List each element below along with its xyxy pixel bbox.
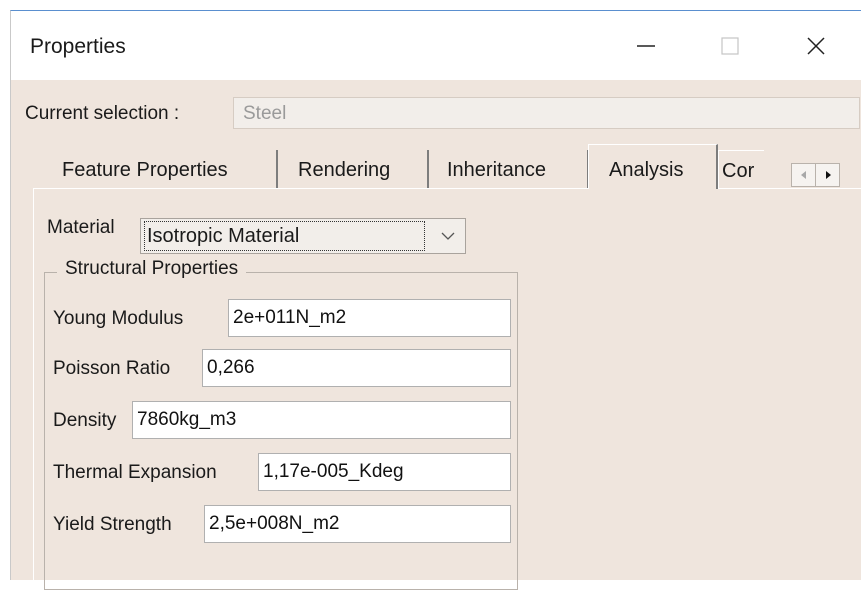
maximize-icon [721, 36, 739, 55]
young-modulus-label: Young Modulus [53, 308, 184, 329]
material-label: Material [47, 217, 115, 238]
tab-label: Feature Properties [62, 159, 228, 181]
young-modulus-field[interactable]: 2e+011N_m2 [228, 299, 511, 337]
close-icon [807, 36, 825, 55]
poisson-ratio-field[interactable]: 0,266 [202, 349, 511, 387]
thermal-expansion-label: Thermal Expansion [53, 462, 217, 483]
scroll-left-icon [800, 171, 806, 179]
minimize-button[interactable] [611, 11, 681, 80]
maximize-button[interactable] [695, 11, 765, 80]
tab-rendering[interactable]: Rendering [280, 150, 429, 188]
tab-cor[interactable]: Cor [718, 150, 764, 188]
yield-strength-field[interactable]: 2,5e+008N_m2 [204, 505, 511, 543]
title-bar[interactable]: Properties [11, 11, 861, 80]
density-field[interactable]: 7860kg_m3 [132, 401, 511, 439]
chevron-down-icon [441, 232, 455, 240]
tab-analysis[interactable]: Analysis [588, 144, 718, 189]
structural-properties-title: Structural Properties [57, 258, 247, 280]
tab-label: Analysis [609, 159, 684, 181]
density-label: Density [53, 410, 117, 431]
tab-scroll-buttons [791, 163, 840, 187]
tab-label: Inheritance [447, 159, 546, 181]
material-dropdown[interactable]: Isotropic Material [140, 218, 466, 254]
tab-scroll-right-button[interactable] [815, 164, 839, 186]
thermal-expansion-field[interactable]: 1,17e-005_Kdeg [258, 453, 511, 491]
tab-feature-properties[interactable]: Feature Properties [33, 150, 278, 188]
tab-inheritance[interactable]: Inheritance [431, 150, 589, 188]
current-selection-field: Steel [233, 97, 860, 129]
minimize-icon [637, 44, 655, 47]
window-title: Properties [30, 35, 126, 58]
current-selection-label: Current selection : [25, 103, 180, 124]
poisson-ratio-label: Poisson Ratio [53, 358, 171, 379]
tab-scroll-left-button[interactable] [792, 164, 815, 186]
analysis-panel: Material Isotropic Material Structural P… [33, 188, 860, 590]
scroll-right-icon [825, 171, 831, 179]
material-dropdown-arrow[interactable] [431, 219, 465, 253]
dialog-client-area: Current selection : Steel Feature Proper… [11, 80, 861, 590]
tab-label: Rendering [298, 159, 391, 181]
yield-strength-label: Yield Strength [53, 514, 172, 535]
material-dropdown-value: Isotropic Material [144, 221, 425, 251]
tab-label: Cor [722, 160, 755, 182]
close-button[interactable] [781, 11, 851, 80]
